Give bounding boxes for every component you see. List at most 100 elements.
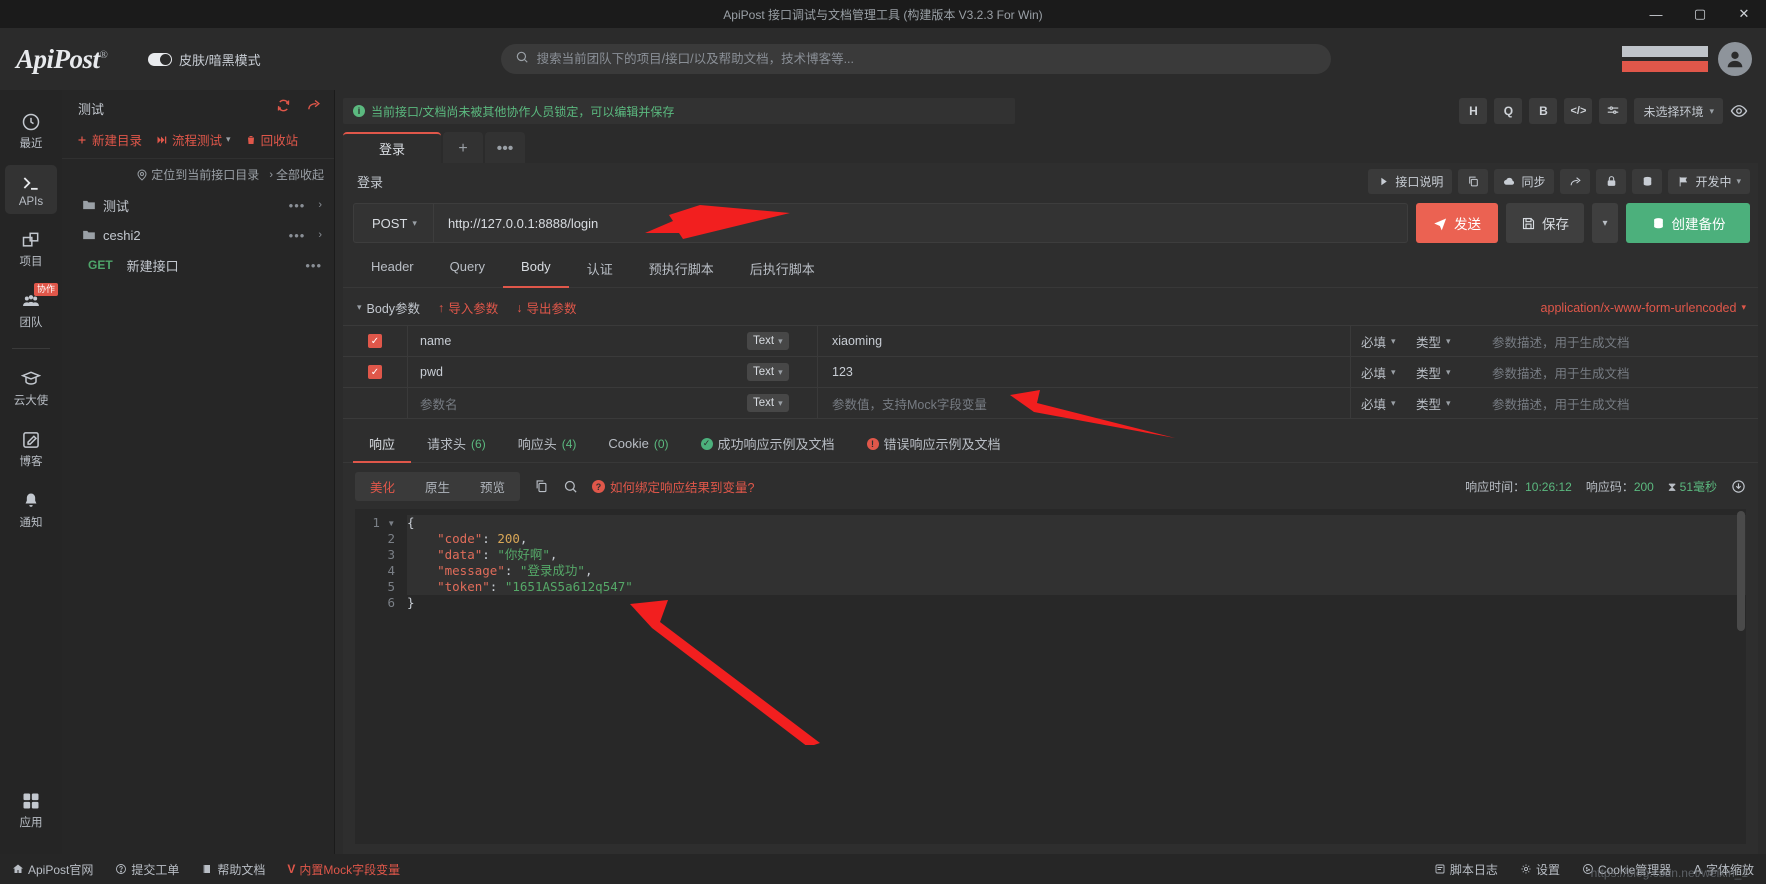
param-desc-cell[interactable]: 参数描述，用于生成文档 bbox=[1492, 357, 1758, 387]
collapse-all-button[interactable]: › 全部收起 bbox=[269, 166, 324, 183]
send-button[interactable]: 发送 bbox=[1416, 203, 1498, 243]
maximize-button[interactable]: ▢ bbox=[1678, 0, 1722, 28]
settings-sliders-button[interactable] bbox=[1599, 98, 1628, 124]
flow-test-button[interactable]: 流程测试 ▾ bbox=[156, 130, 231, 149]
tab-login[interactable]: 登录 bbox=[343, 132, 441, 163]
param-required-select[interactable]: 必填 ▾ bbox=[1350, 388, 1412, 418]
copy-button[interactable] bbox=[1458, 168, 1489, 194]
tab-auth[interactable]: 认证 bbox=[569, 253, 631, 288]
chevron-right-icon[interactable]: › bbox=[318, 229, 322, 241]
param-kind-select[interactable]: 类型 ▾ bbox=[1412, 326, 1492, 356]
folder-more-icon[interactable]: ••• bbox=[289, 228, 306, 243]
toggle-switch-icon[interactable] bbox=[148, 52, 172, 66]
submit-ticket-link[interactable]: 提交工单 bbox=[115, 861, 179, 878]
sidebar-item-cloud-ambassador[interactable]: 云大使 bbox=[5, 361, 57, 414]
param-checkbox[interactable]: ✓ bbox=[368, 334, 382, 348]
database-button[interactable] bbox=[1632, 168, 1663, 194]
new-folder-button[interactable]: 新建目录 bbox=[76, 130, 142, 149]
share-arrow-icon[interactable] bbox=[307, 98, 322, 118]
locate-current-api-button[interactable]: 定位到当前接口目录 bbox=[136, 166, 259, 183]
tab-error-example[interactable]: ! 错误响应示例及文档 bbox=[851, 428, 1017, 463]
lock-button[interactable] bbox=[1596, 168, 1627, 194]
tab-pre-script[interactable]: 预执行脚本 bbox=[631, 253, 732, 288]
param-checkbox[interactable]: ✓ bbox=[368, 365, 382, 379]
tab-post-script[interactable]: 后执行脚本 bbox=[732, 253, 833, 288]
param-name-cell[interactable]: 参数名 bbox=[407, 388, 747, 418]
tab-more-button[interactable]: ••• bbox=[485, 132, 525, 163]
param-type-select[interactable]: Text ▾ bbox=[747, 363, 789, 381]
api-description-button[interactable]: 接口说明 bbox=[1368, 168, 1453, 194]
mock-variables-link[interactable]: V 内置Mock字段变量 bbox=[287, 861, 400, 878]
download-icon[interactable] bbox=[1731, 479, 1746, 494]
code-scrollbar[interactable] bbox=[1737, 511, 1745, 631]
tab-success-example[interactable]: ✓ 成功响应示例及文档 bbox=[685, 428, 851, 463]
export-params-button[interactable]: ↓ 导出参数 bbox=[516, 298, 576, 317]
skin-dark-mode-toggle[interactable]: 皮肤/暗黑模式 bbox=[148, 50, 261, 69]
view-raw-button[interactable]: 原生 bbox=[410, 472, 465, 501]
environment-select[interactable]: 未选择环境 ▾ bbox=[1634, 98, 1723, 124]
header-shortcut-button[interactable]: H bbox=[1459, 98, 1488, 124]
chevron-right-icon[interactable]: › bbox=[318, 199, 322, 211]
view-preview-button[interactable]: 预览 bbox=[465, 472, 520, 501]
save-button[interactable]: 保存 bbox=[1506, 203, 1584, 243]
import-params-button[interactable]: ↑ 导入参数 bbox=[438, 298, 498, 317]
param-type-select[interactable]: Text ▾ bbox=[747, 394, 789, 412]
view-beautify-button[interactable]: 美化 bbox=[355, 472, 410, 501]
script-log-button[interactable]: 脚本日志 bbox=[1434, 861, 1498, 878]
tree-api-row[interactable]: GET 新建接口 ••• bbox=[62, 250, 334, 280]
tree-folder-row[interactable]: ceshi2 ••• › bbox=[62, 220, 334, 250]
param-desc-cell[interactable]: 参数描述，用于生成文档 bbox=[1492, 326, 1758, 356]
param-name-cell[interactable]: name bbox=[407, 326, 747, 356]
sync-button[interactable]: 同步 bbox=[1494, 168, 1555, 194]
apipost-website-link[interactable]: ApiPost官网 bbox=[12, 861, 93, 878]
content-type-select[interactable]: application/x-www-form-urlencoded ▾ bbox=[1541, 301, 1746, 315]
search-icon[interactable] bbox=[563, 479, 578, 494]
tab-query[interactable]: Query bbox=[432, 253, 503, 288]
sidebar-item-blog[interactable]: 博客 bbox=[5, 422, 57, 475]
tab-response-headers[interactable]: 响应头 (4) bbox=[502, 428, 593, 463]
query-shortcut-button[interactable]: Q bbox=[1494, 98, 1523, 124]
api-more-icon[interactable]: ••• bbox=[305, 258, 322, 273]
copy-doc-icon[interactable] bbox=[534, 479, 549, 494]
tab-response[interactable]: 响应 bbox=[353, 428, 412, 463]
tab-cookie[interactable]: Cookie (0) bbox=[592, 428, 684, 463]
status-select[interactable]: 开发中 ▾ bbox=[1668, 168, 1750, 194]
search-input[interactable] bbox=[536, 52, 1317, 66]
tree-folder-row[interactable]: 测试 ••• › bbox=[62, 190, 334, 220]
sidebar-item-apps[interactable]: 应用 bbox=[5, 783, 57, 836]
sidebar-item-recent[interactable]: 最近 bbox=[5, 104, 57, 157]
param-value-cell[interactable]: 参数值，支持Mock字段变量 bbox=[817, 388, 1350, 418]
sidebar-item-projects[interactable]: 项目 bbox=[5, 222, 57, 275]
body-shortcut-button[interactable]: B bbox=[1529, 98, 1558, 124]
param-required-select[interactable]: 必填 ▾ bbox=[1350, 326, 1412, 356]
param-value-cell[interactable]: xiaoming bbox=[817, 326, 1350, 356]
param-desc-cell[interactable]: 参数描述，用于生成文档 bbox=[1492, 388, 1758, 418]
font-size-button[interactable]: A 字体缩放 bbox=[1693, 861, 1754, 878]
eye-icon[interactable] bbox=[1730, 102, 1748, 120]
param-type-select[interactable]: Text ▾ bbox=[747, 332, 789, 350]
tab-body[interactable]: Body bbox=[503, 253, 569, 288]
share-button[interactable] bbox=[1560, 168, 1591, 194]
param-required-select[interactable]: 必填 ▾ bbox=[1350, 357, 1412, 387]
code-shortcut-button[interactable]: </> bbox=[1564, 98, 1593, 124]
tab-request-headers[interactable]: 请求头 (6) bbox=[411, 428, 502, 463]
cookie-manager-button[interactable]: Cookie管理器 bbox=[1582, 861, 1671, 878]
new-tab-button[interactable]: + bbox=[443, 132, 483, 163]
settings-button[interactable]: 设置 bbox=[1520, 861, 1560, 878]
folder-more-icon[interactable]: ••• bbox=[289, 198, 306, 213]
param-kind-select[interactable]: 类型 ▾ bbox=[1412, 388, 1492, 418]
save-options-button[interactable]: ▾ bbox=[1592, 203, 1618, 243]
response-body-viewer[interactable]: 1 ▾ 2 3 4 5 6 { "code": 200, "data": "你好啊", "… bbox=[355, 509, 1746, 844]
url-input[interactable] bbox=[433, 215, 1407, 231]
global-search[interactable] bbox=[500, 44, 1331, 74]
param-name-cell[interactable]: pwd bbox=[407, 357, 747, 387]
body-params-title[interactable]: ▾ Body参数 bbox=[357, 298, 420, 317]
help-docs-link[interactable]: 帮助文档 bbox=[201, 861, 265, 878]
param-value-cell[interactable]: 123 bbox=[817, 357, 1350, 387]
minimize-button[interactable]: — bbox=[1634, 0, 1678, 28]
sidebar-item-apis[interactable]: APIs bbox=[5, 165, 57, 214]
avatar[interactable] bbox=[1718, 42, 1752, 76]
tab-header[interactable]: Header bbox=[353, 253, 432, 288]
refresh-icon[interactable] bbox=[276, 98, 291, 118]
recycle-bin-button[interactable]: 回收站 bbox=[245, 130, 298, 149]
